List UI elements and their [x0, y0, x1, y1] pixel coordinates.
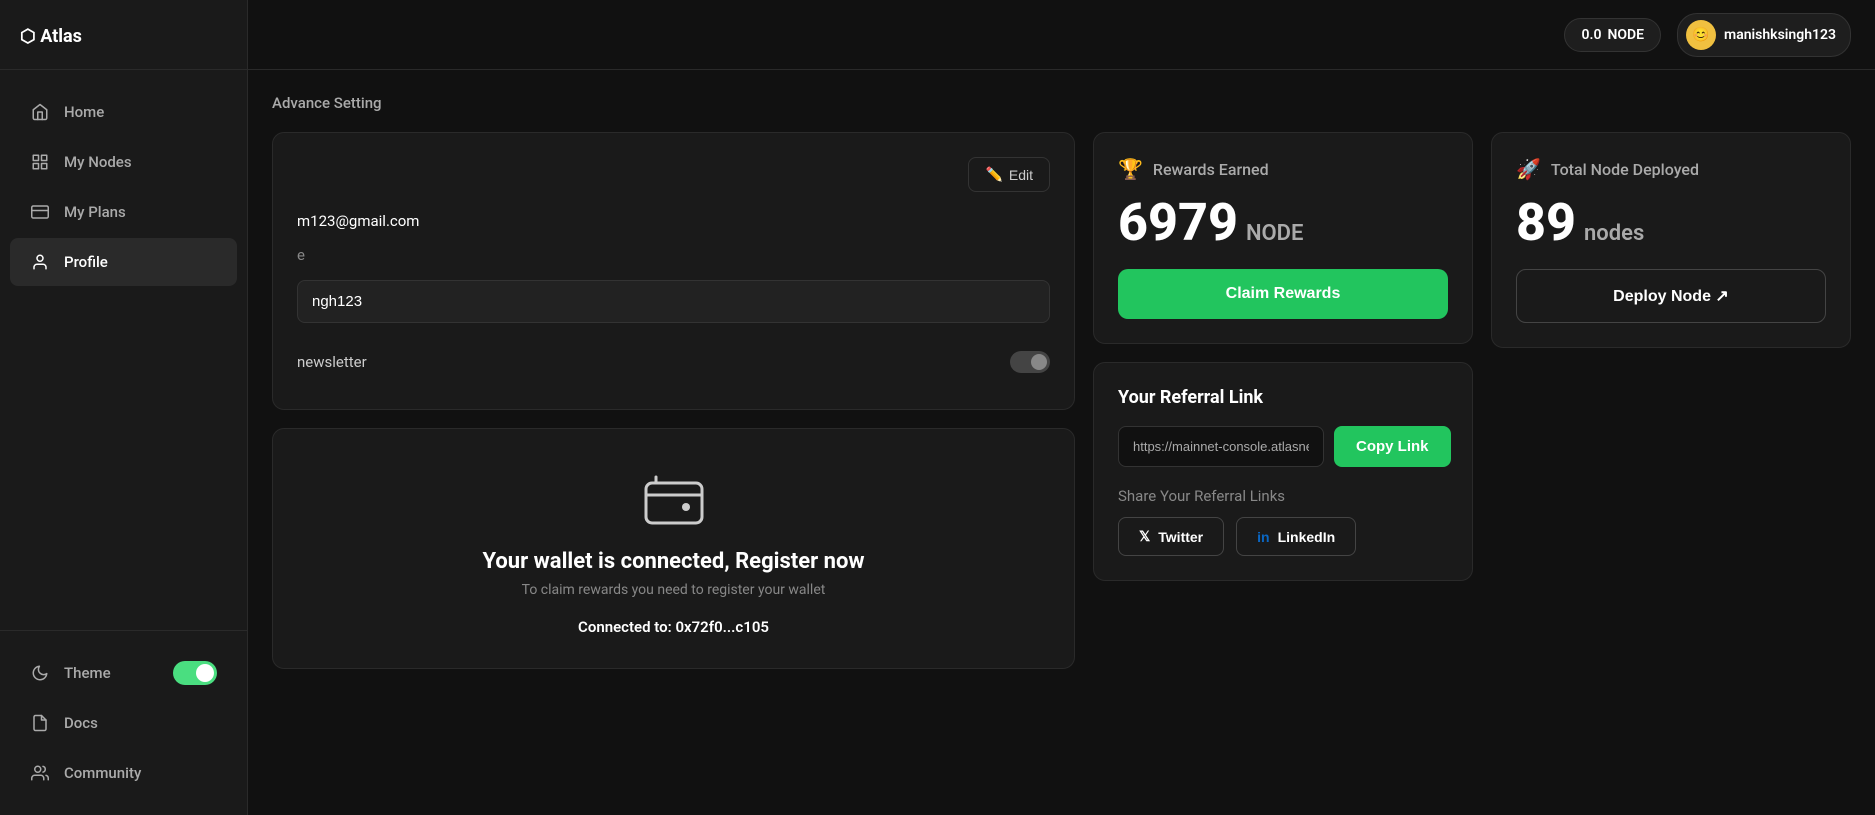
newsletter-row: newsletter [297, 339, 1050, 385]
twitter-share-button[interactable]: 𝕏 Twitter [1118, 517, 1224, 556]
deploy-node-button[interactable]: Deploy Node ↗ [1516, 269, 1826, 323]
sidebar-nav: Home My Nodes My Plans Profile [0, 70, 247, 630]
referral-card: Your Referral Link https://mainnet-conso… [1093, 362, 1473, 581]
user-avatar: 😊 [1686, 20, 1716, 50]
logo-text: ⬡ Atlas [20, 26, 82, 47]
topbar: 0.0 NODE 😊 manishksingh123 [248, 0, 1875, 70]
profile-card: ✏️ Edit m123@gmail.com e ngh123 n [272, 132, 1075, 410]
nodes-card-header: 🚀 Total Node Deployed [1516, 157, 1826, 181]
nodes-header-icon: 🚀 [1516, 157, 1541, 181]
node-balance-value: 0.0 [1581, 27, 1601, 43]
theme-toggle[interactable] [173, 661, 217, 685]
newsletter-toggle[interactable] [1010, 351, 1050, 373]
sidebar-item-my-nodes[interactable]: My Nodes [10, 138, 237, 186]
community-icon [30, 763, 50, 783]
theme-label: Theme [64, 664, 111, 682]
nodes-header-title: Total Node Deployed [1551, 160, 1699, 179]
sidebar-item-label: My Nodes [64, 153, 132, 171]
linkedin-share-button[interactable]: in LinkedIn [1236, 517, 1356, 556]
wallet-title: Your wallet is connected, Register now [482, 549, 864, 574]
rewards-amount: 6979 NODE [1118, 197, 1448, 249]
sidebar-item-label: My Plans [64, 203, 126, 221]
referral-title: Your Referral Link [1118, 387, 1448, 408]
toggle-knob [1031, 354, 1047, 370]
username-field: ngh123 [297, 280, 1050, 323]
wallet-icon [642, 469, 706, 533]
twitter-icon: 𝕏 [1139, 528, 1150, 545]
rewards-card-header: 🏆 Rewards Earned [1118, 157, 1448, 181]
profile-icon [30, 252, 50, 272]
nodes-unit: nodes [1584, 223, 1644, 245]
linkedin-icon: in [1257, 529, 1269, 545]
profile-header: ✏️ Edit [297, 157, 1050, 192]
sidebar-logo: ⬡ Atlas [0, 0, 247, 70]
sidebar-item-label: Profile [64, 253, 108, 271]
sidebar-item-community[interactable]: Community [10, 749, 237, 797]
main-content: 0.0 NODE 😊 manishksingh123 Advance Setti… [248, 0, 1875, 815]
username-input[interactable]: ngh123 [297, 280, 1050, 323]
nodes-icon [30, 152, 50, 172]
type-field: e [297, 246, 1050, 264]
advance-setting-label: Advance Setting [272, 94, 1851, 112]
email-value: m123@gmail.com [297, 212, 1050, 230]
username-display: manishksingh123 [1724, 27, 1836, 43]
sidebar-item-my-plans[interactable]: My Plans [10, 188, 237, 236]
nodes-count: 89 nodes [1516, 197, 1826, 249]
theme-row: Theme [10, 649, 237, 697]
plans-icon [30, 202, 50, 222]
rewards-unit: NODE [1246, 223, 1303, 245]
sidebar-item-label: Docs [64, 714, 98, 732]
nodes-value: 89 [1516, 197, 1576, 249]
page-content: Advance Setting ✏️ Edit m123@gmail.com [248, 70, 1875, 815]
share-buttons: 𝕏 Twitter in LinkedIn [1118, 517, 1448, 556]
email-field: m123@gmail.com [297, 212, 1050, 230]
referral-link-row: https://mainnet-console.atlasnetwork.dev… [1118, 426, 1448, 467]
node-balance-unit: NODE [1607, 27, 1644, 43]
wallet-address: 0x72f0...c105 [675, 618, 769, 636]
rewards-value: 6979 [1118, 197, 1238, 249]
sidebar-item-profile[interactable]: Profile [10, 238, 237, 286]
docs-icon [30, 713, 50, 733]
wallet-card: Your wallet is connected, Register now T… [272, 428, 1075, 669]
moon-icon [30, 663, 50, 683]
wallet-connected: Connected to: 0x72f0...c105 [578, 618, 769, 636]
newsletter-label: newsletter [297, 353, 367, 371]
sidebar-item-label: Home [64, 103, 104, 121]
sidebar-item-docs[interactable]: Docs [10, 699, 237, 747]
edit-button[interactable]: ✏️ Edit [968, 157, 1050, 192]
claim-rewards-button[interactable]: Claim Rewards [1118, 269, 1448, 319]
copy-link-button[interactable]: Copy Link [1334, 426, 1451, 467]
sidebar-item-home[interactable]: Home [10, 88, 237, 136]
share-label: Share Your Referral Links [1118, 487, 1448, 505]
nodes-card: 🚀 Total Node Deployed 89 nodes Deploy No… [1491, 132, 1851, 348]
node-balance-display: 0.0 NODE [1564, 18, 1661, 52]
sidebar: ⬡ Atlas Home My Nodes My Plans Profile [0, 0, 248, 815]
user-menu[interactable]: 😊 manishksingh123 [1677, 13, 1851, 57]
referral-link-input[interactable]: https://mainnet-console.atlasnetwork.dev… [1118, 426, 1324, 467]
edit-icon: ✏️ [985, 166, 1002, 183]
rewards-header-icon: 🏆 [1118, 157, 1143, 181]
type-value: e [297, 246, 1050, 264]
home-icon [30, 102, 50, 122]
rewards-card: 🏆 Rewards Earned 6979 NODE Claim Rewards [1093, 132, 1473, 344]
rewards-header-title: Rewards Earned [1153, 160, 1269, 179]
wallet-subtitle: To claim rewards you need to register yo… [522, 582, 826, 598]
sidebar-item-label: Community [64, 764, 141, 782]
sidebar-bottom: Theme Docs Community [0, 630, 247, 815]
